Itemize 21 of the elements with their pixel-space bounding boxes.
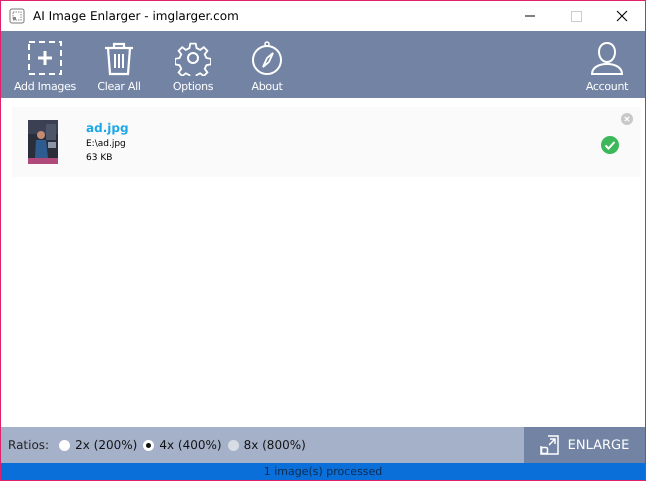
window-title: AI Image Enlarger - imglarger.com — [33, 9, 240, 23]
ratios-label: Ratios: — [8, 438, 50, 452]
user-icon — [589, 40, 625, 76]
file-name[interactable]: ad.jpg — [86, 121, 129, 135]
remove-icon[interactable] — [621, 113, 633, 125]
enlarge-icon — [540, 435, 560, 455]
compass-icon — [249, 40, 285, 76]
toolbar-button[interactable]: Options — [161, 31, 225, 98]
toolbar-button[interactable]: About — [235, 31, 299, 98]
enlarge-button[interactable]: ENLARGE — [524, 427, 645, 463]
add-icon — [27, 40, 63, 76]
toolbar-button[interactable]: Add Images — [13, 31, 77, 98]
file-path: E:\ad.jpg — [86, 139, 127, 149]
status-bar: 1 image(s) processed — [1, 463, 645, 480]
toolbar-button[interactable]: Account — [575, 31, 639, 98]
app-icon — [9, 8, 25, 24]
settings-icon — [175, 40, 211, 76]
file-size: 63 KB — [86, 153, 114, 163]
ratio-radio[interactable]: 2x (200%) — [59, 438, 138, 452]
ratio-radio[interactable]: 4x (400%) — [143, 438, 222, 452]
toolbar-button[interactable]: Clear All — [87, 31, 151, 98]
